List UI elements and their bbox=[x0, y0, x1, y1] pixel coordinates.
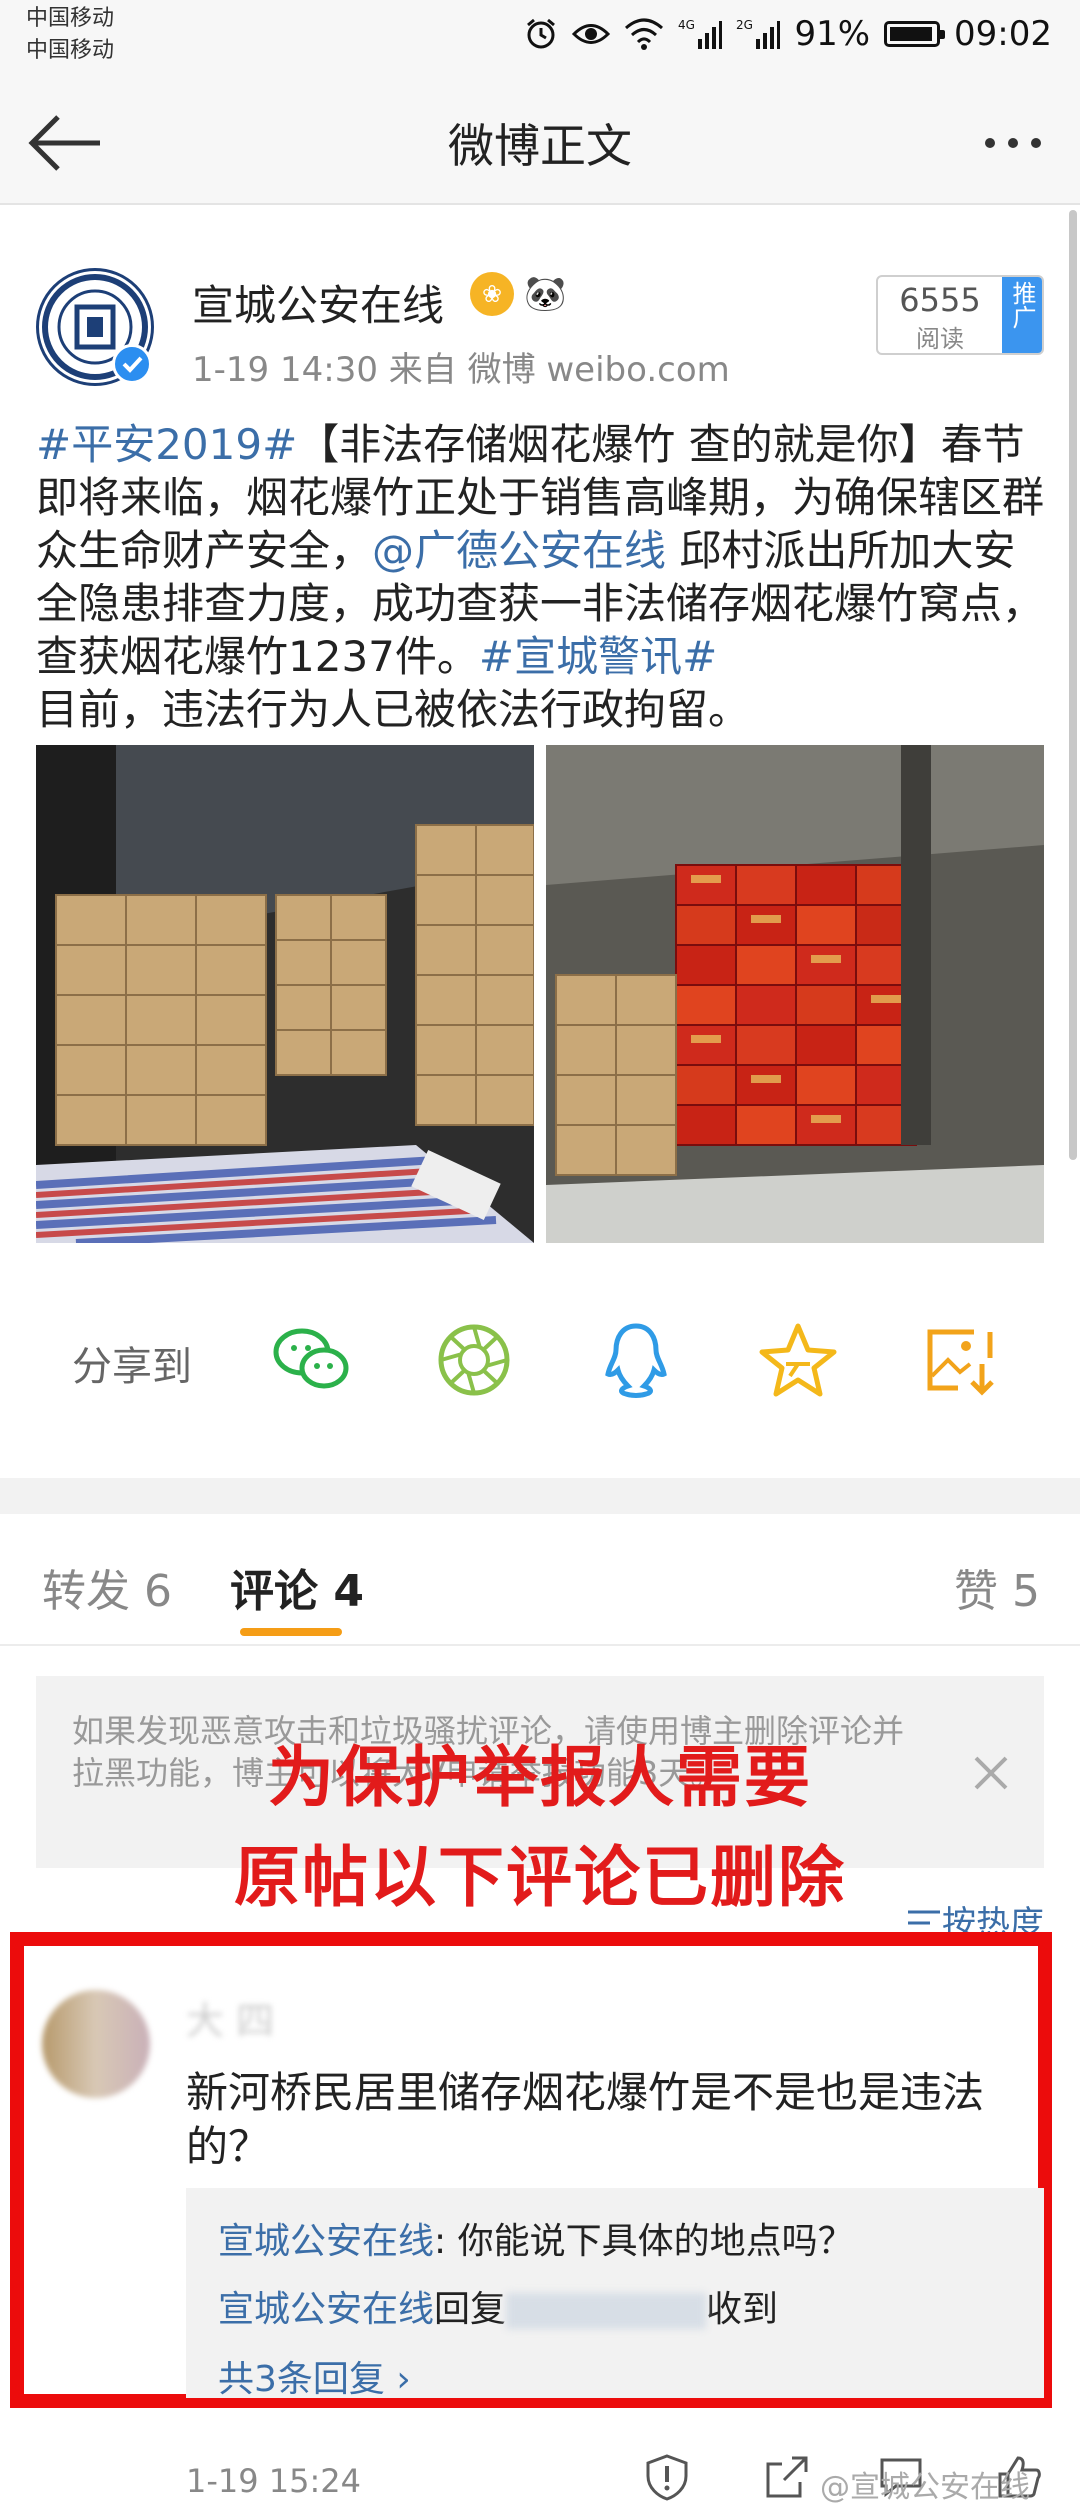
share-moments-button[interactable] bbox=[432, 1318, 516, 1402]
signal-2g-icon: 2G bbox=[736, 18, 781, 49]
carrier-label: 中国移动 bbox=[26, 6, 115, 31]
battery-percent: 91% bbox=[794, 14, 871, 54]
svg-text:2G: 2G bbox=[736, 18, 753, 32]
scrollbar[interactable] bbox=[1069, 210, 1077, 1160]
author-name[interactable]: 宣城公安在线 bbox=[192, 272, 444, 333]
reply-item[interactable]: 宣城公安在线: 你能说下具体的地点吗？ bbox=[218, 2212, 854, 2264]
active-tab-indicator bbox=[240, 1628, 342, 1636]
share-favorite-button[interactable] bbox=[756, 1318, 840, 1402]
eye-icon bbox=[572, 24, 611, 44]
star-icon bbox=[759, 1323, 837, 1397]
post-image-warehouse-boxes[interactable] bbox=[36, 745, 534, 1243]
post-meta: 1-19 14:30 来自 微博 weibo.com bbox=[192, 350, 730, 390]
commenter-avatar[interactable] bbox=[42, 1990, 150, 2098]
post-image-firework-boxes[interactable] bbox=[546, 745, 1044, 1243]
qq-icon bbox=[605, 1323, 667, 1398]
more-options-button[interactable] bbox=[968, 103, 1058, 183]
share-label: 分享到 bbox=[72, 1344, 192, 1390]
share-out-icon bbox=[766, 2456, 808, 2498]
status-bar: 中国移动 中国移动 4G 2G 91% 09:02 bbox=[0, 0, 1080, 75]
read-count: 6555 bbox=[899, 281, 981, 319]
report-button[interactable] bbox=[642, 2452, 692, 2502]
comment-text: 新河桥民居里储存烟花爆竹是不是也是违法的？ bbox=[186, 2068, 985, 2171]
comment-time: 1-19 15:24 bbox=[186, 2462, 362, 2500]
medal-icon: ❀ bbox=[470, 272, 514, 316]
tab-like[interactable]: 赞 5 bbox=[954, 1555, 1040, 1619]
save-image-button[interactable] bbox=[918, 1318, 1002, 1402]
battery-icon bbox=[884, 21, 946, 47]
alarm-icon bbox=[527, 18, 556, 49]
post-text: 目前，违法行为人已被依法行政拘留。 bbox=[36, 685, 751, 734]
reply-text: 收到 bbox=[706, 2289, 779, 2330]
redacted-name bbox=[506, 2293, 707, 2329]
panda-icon: 🐼 bbox=[524, 274, 567, 314]
reply-author[interactable]: 宣城公安在线 bbox=[218, 2221, 434, 2262]
shield-icon bbox=[646, 2454, 688, 2501]
more-dots-icon bbox=[985, 138, 1041, 148]
page-title: 微博正文 bbox=[448, 119, 632, 173]
read-label: 阅读 bbox=[916, 325, 964, 353]
reply-author[interactable]: 宣城公安在线 bbox=[218, 2289, 434, 2330]
post-body: #平安2019#【非法存储烟花爆竹 查的就是你】春节即将来临，烟花爆竹正处于销售… bbox=[36, 418, 1046, 736]
mention-link[interactable]: @广德公安在线 bbox=[372, 526, 666, 575]
wifi-icon bbox=[625, 18, 664, 50]
tabs-divider bbox=[0, 1644, 1080, 1646]
signal-4g-icon: 4G bbox=[678, 18, 723, 49]
clock: 09:02 bbox=[954, 14, 1052, 54]
share-comment-button[interactable] bbox=[762, 2452, 812, 2502]
commenter-name[interactable]: 大 四 bbox=[186, 1990, 274, 2045]
hashtag-link[interactable]: #平安2019# bbox=[36, 420, 297, 469]
read-count-box[interactable]: 6555 阅读 推广 bbox=[876, 275, 1044, 355]
section-divider bbox=[0, 1478, 1080, 1514]
svg-text:4G: 4G bbox=[678, 18, 695, 32]
promote-button[interactable]: 推广 bbox=[1002, 277, 1042, 353]
carrier-label: 中国移动 bbox=[26, 38, 115, 63]
share-qq-button[interactable] bbox=[594, 1318, 678, 1402]
tab-comment[interactable]: 评论 4 bbox=[230, 1555, 364, 1619]
author-badges: ❀ 🐼 bbox=[470, 272, 568, 316]
hashtag-link[interactable]: #宣城警讯# bbox=[479, 632, 717, 681]
moments-icon bbox=[438, 1324, 510, 1396]
reply-item[interactable]: 宣城公安在线回复 收到 bbox=[218, 2280, 778, 2332]
status-icons: 4G 2G 91% 09:02 bbox=[524, 14, 1052, 54]
reply-verb: 回复 bbox=[434, 2289, 507, 2330]
verified-badge-icon bbox=[112, 344, 152, 384]
overlay-notice-line1: 为保护举报人需要 bbox=[268, 1739, 812, 1816]
share-wechat-button[interactable] bbox=[270, 1318, 354, 1402]
nav-bar: 微博正文 bbox=[0, 75, 1080, 205]
tab-repost[interactable]: 转发 6 bbox=[42, 1555, 172, 1619]
watermark-text: @宣城公安在线 bbox=[820, 2470, 1030, 2505]
save-image-icon bbox=[927, 1329, 994, 1396]
wechat-icon bbox=[273, 1328, 349, 1389]
reply-text: : 你能说下具体的地点吗？ bbox=[434, 2221, 854, 2262]
more-replies-link[interactable]: 共3条回复 › bbox=[218, 2350, 411, 2402]
